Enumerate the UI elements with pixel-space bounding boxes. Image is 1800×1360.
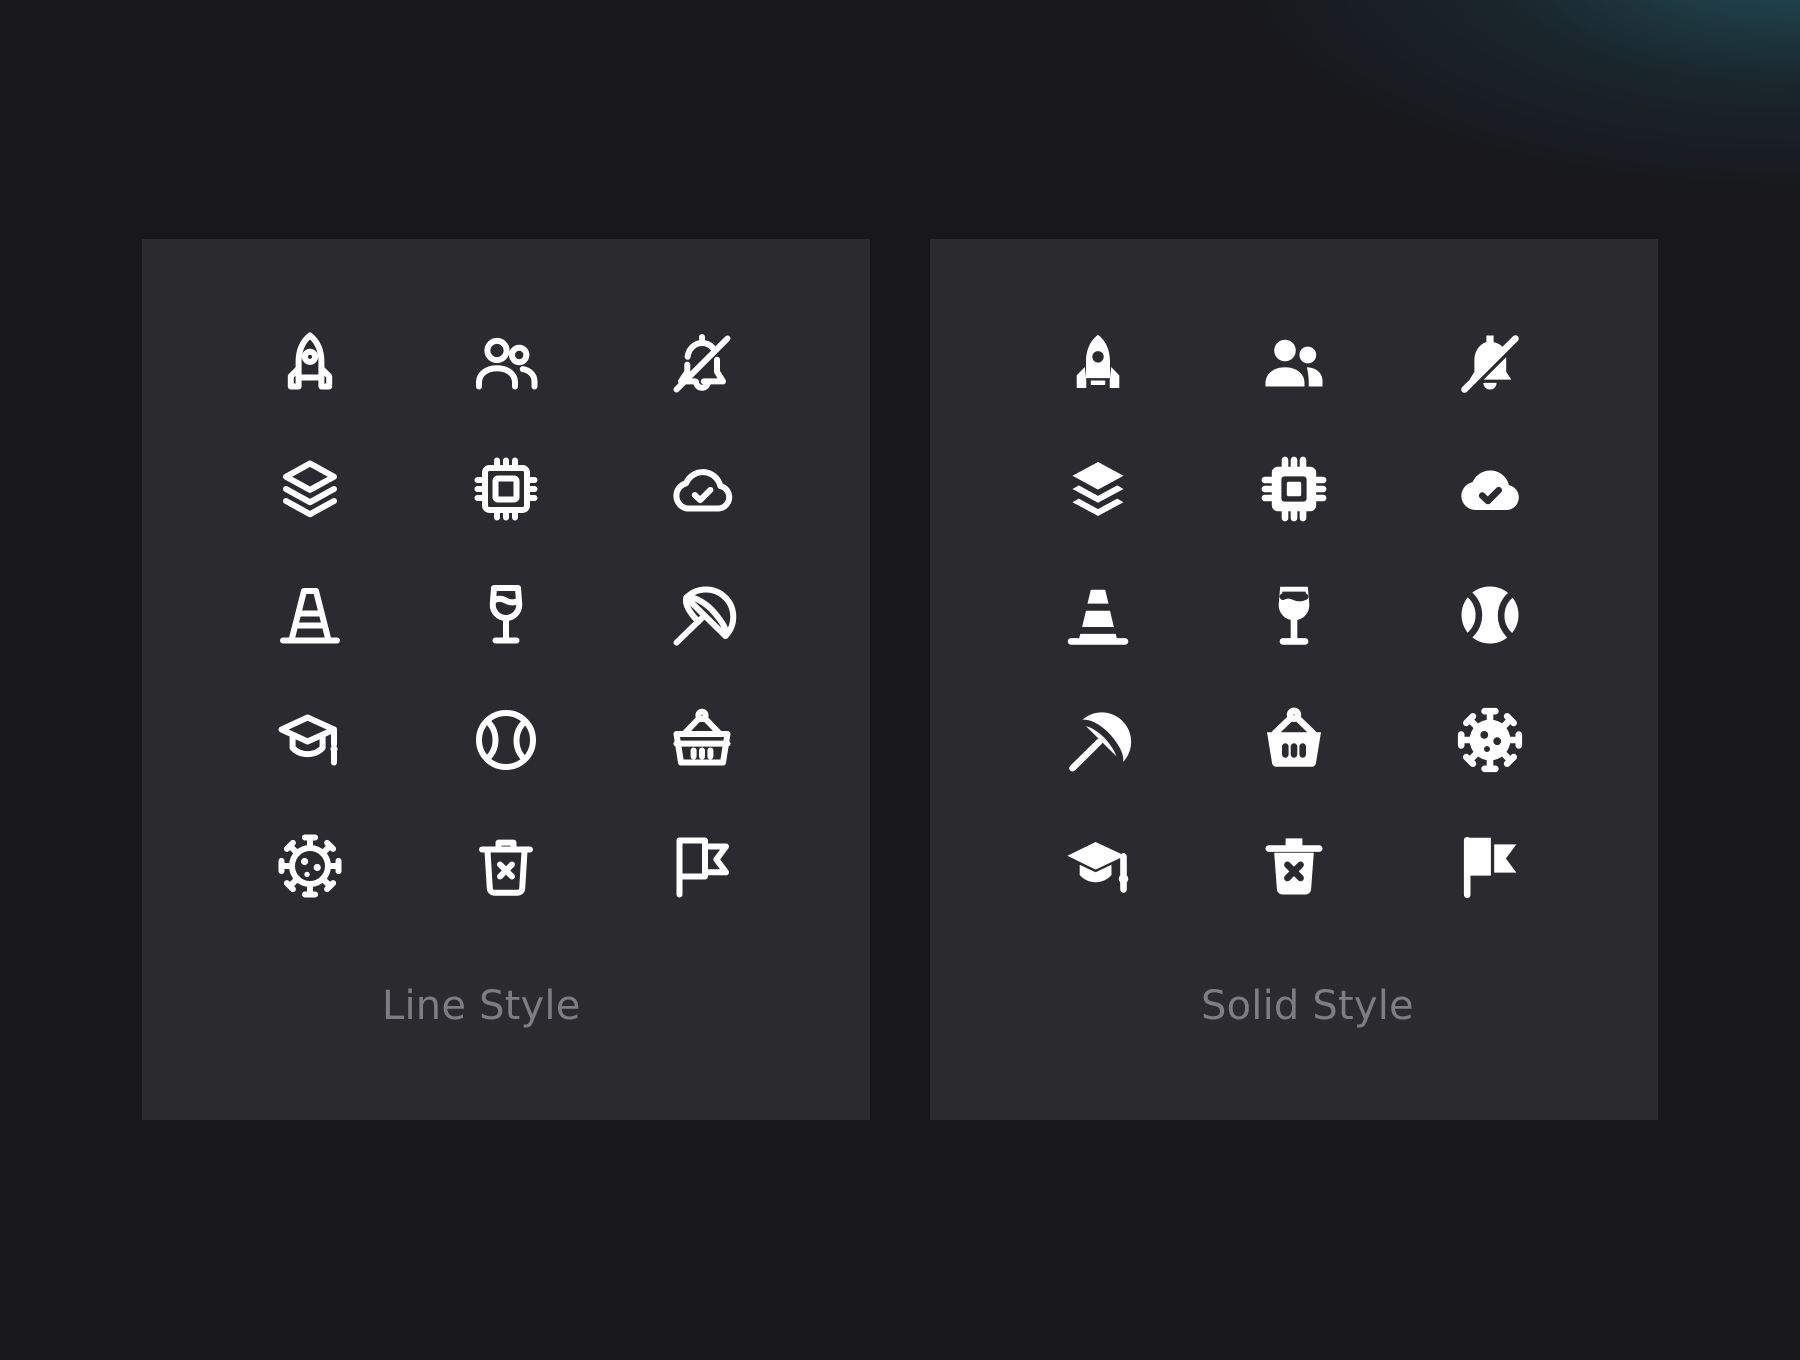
tennis-ball-icon: [466, 700, 546, 780]
beach-umbrella-icon: [1058, 700, 1138, 780]
basket-icon: [1254, 700, 1334, 780]
users-icon: [1254, 324, 1334, 404]
flag-icon: [662, 826, 742, 906]
line-style-panel: Line Style: [142, 239, 870, 1120]
solid-style-label: Solid Style: [1201, 983, 1414, 1029]
beach-umbrella-icon: [662, 575, 742, 655]
traffic-cone-icon: [270, 575, 350, 655]
bell-off-icon: [662, 324, 742, 404]
wine-glass-icon: [466, 575, 546, 655]
graduation-cap-icon: [1058, 826, 1138, 906]
solid-style-panel: Solid Style: [930, 239, 1658, 1120]
tennis-ball-icon: [1450, 575, 1530, 655]
basket-icon: [662, 700, 742, 780]
cloud-check-icon: [662, 449, 742, 529]
rocket-icon: [1058, 324, 1138, 404]
flag-icon: [1450, 826, 1530, 906]
cloud-check-icon: [1450, 449, 1530, 529]
virus-icon: [1450, 700, 1530, 780]
layers-icon: [270, 449, 350, 529]
users-icon: [466, 324, 546, 404]
virus-icon: [270, 826, 350, 906]
graduation-cap-icon: [270, 700, 350, 780]
wine-glass-icon: [1254, 575, 1334, 655]
layers-icon: [1058, 449, 1138, 529]
rocket-icon: [270, 324, 350, 404]
line-style-label: Line Style: [382, 983, 581, 1029]
cpu-chip-icon: [466, 449, 546, 529]
trash-x-icon: [1254, 826, 1334, 906]
traffic-cone-icon: [1058, 575, 1138, 655]
cpu-chip-icon: [1254, 449, 1334, 529]
trash-x-icon: [466, 826, 546, 906]
bell-off-icon: [1450, 324, 1530, 404]
